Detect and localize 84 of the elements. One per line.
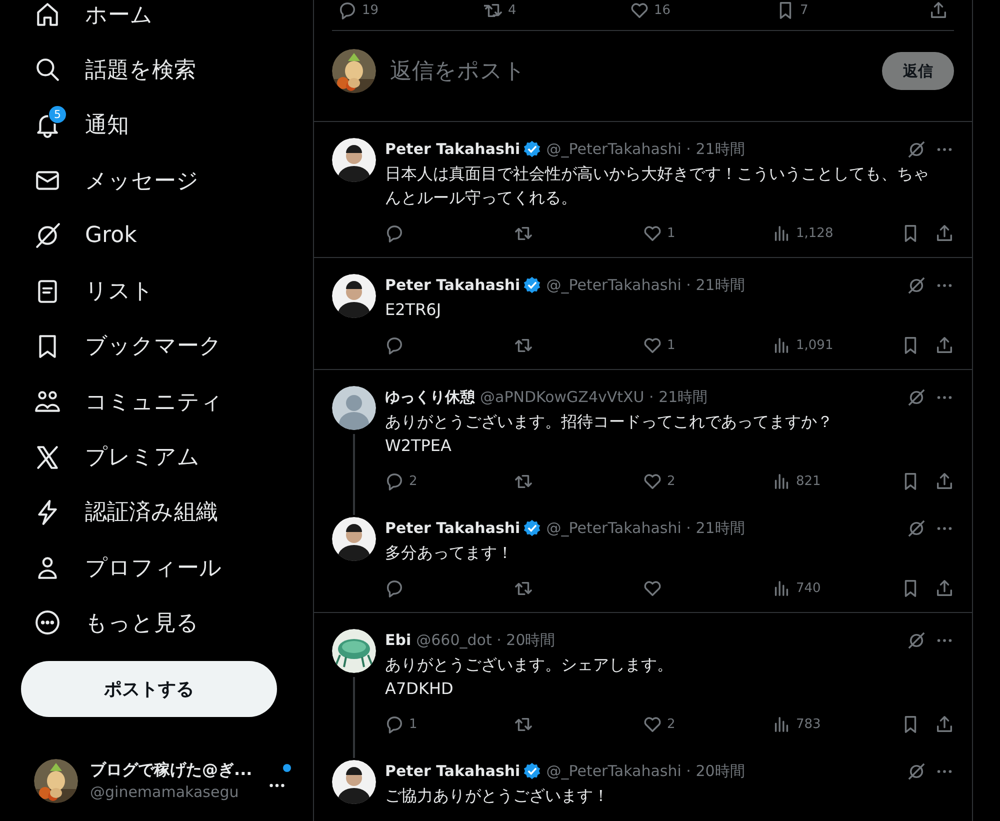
reply-icon[interactable] <box>385 224 404 242</box>
nav-item[interactable]: Grok <box>85 223 137 248</box>
reply-text: 日本人は真面目で社会性が高いから大好きです！こういうことしても、ちゃんとルール守ってくれる。 <box>385 163 930 209</box>
views-icon[interactable] <box>772 224 791 242</box>
nav-item[interactable]: リスト <box>85 276 154 306</box>
author-name[interactable]: Peter Takahashi <box>385 276 520 294</box>
view-count: 740 <box>796 580 821 596</box>
search-icon[interactable] <box>34 56 60 84</box>
heart-icon[interactable] <box>630 1 649 20</box>
avatar[interactable] <box>332 386 376 430</box>
reply-text: E2TR6J <box>385 299 442 321</box>
reply-text: 多分あってます！ <box>385 542 514 564</box>
share-icon[interactable] <box>935 336 954 354</box>
view-count: 1,091 <box>796 338 834 352</box>
view-count: 821 <box>796 474 821 488</box>
account-name: ブログで稼げた@ぎ... <box>90 760 252 782</box>
author-name[interactable]: Peter Takahashi <box>385 762 520 780</box>
author-name[interactable]: ゆっくり休憩 <box>385 388 475 406</box>
avatar[interactable] <box>332 138 376 182</box>
grok-icon[interactable] <box>34 222 60 250</box>
account-handle: @ginemamakasegu <box>90 783 240 802</box>
share-icon[interactable] <box>935 578 954 598</box>
reply-count: 2 <box>409 474 418 488</box>
heart-icon[interactable] <box>643 578 662 598</box>
nav-item[interactable]: 通知 <box>85 110 129 140</box>
like-count: 16 <box>654 3 671 18</box>
views-icon[interactable] <box>772 714 791 734</box>
more-icon[interactable] <box>269 783 285 788</box>
post-button[interactable]: ポストする <box>21 660 277 717</box>
view-count: 1,128 <box>796 226 834 240</box>
like-count: 1 <box>667 338 676 352</box>
repost-count: 4 <box>508 3 516 18</box>
heart-icon[interactable] <box>643 472 662 490</box>
heart-icon[interactable] <box>643 224 662 242</box>
author-name[interactable]: Peter Takahashi <box>385 519 520 537</box>
handle-and-time: @_PeterTakahashi · 21時間 <box>546 140 745 158</box>
handle-and-time: @660_dot · 20時間 <box>416 630 556 650</box>
handle-and-time: @_PeterTakahashi · 21時間 <box>546 518 745 538</box>
reply-icon[interactable] <box>338 1 357 20</box>
reply-icon[interactable] <box>385 578 404 598</box>
handle-and-time: @_PeterTakahashi · 21時間 <box>546 276 745 294</box>
reply-icon[interactable] <box>385 714 404 734</box>
handle-and-time: @_PeterTakahashi · 20時間 <box>546 762 745 780</box>
author-name[interactable]: Ebi <box>385 631 412 649</box>
share-icon[interactable] <box>935 472 954 490</box>
reply-count: 1 <box>409 716 418 732</box>
nav-item[interactable]: ホーム <box>85 0 153 30</box>
reply-count: 19 <box>362 3 379 18</box>
handle-and-time: @aPNDKowGZ4vVtXU · 21時間 <box>480 388 708 406</box>
repost-icon[interactable] <box>484 1 503 20</box>
nav-item[interactable]: 認証済み組織 <box>85 497 218 528</box>
reply-text: ありがとうございます。シェアします。 <box>385 654 674 676</box>
share-icon[interactable] <box>935 224 954 242</box>
nav-item[interactable]: もっと見る <box>85 608 199 638</box>
view-count: 783 <box>796 716 821 732</box>
like-count: 2 <box>667 474 676 488</box>
reply-text: ありがとうございます。招待コードってこれであってますか？ <box>385 411 834 433</box>
like-count: 1 <box>667 226 676 240</box>
nav-item[interactable]: プロフィール <box>85 552 222 583</box>
nav-item[interactable]: メッセージ <box>85 166 199 196</box>
views-icon[interactable] <box>772 336 791 354</box>
author-name[interactable]: Peter Takahashi <box>385 140 520 158</box>
share-icon[interactable] <box>929 1 948 20</box>
bookmark-count: 7 <box>800 3 808 18</box>
share-icon[interactable] <box>935 714 954 734</box>
avatar[interactable] <box>332 274 376 318</box>
avatar[interactable] <box>332 517 376 561</box>
like-count: 2 <box>667 716 676 732</box>
nav-item[interactable]: コミュニティ <box>85 386 223 417</box>
more-icon[interactable] <box>34 609 60 636</box>
reply-icon[interactable] <box>385 472 404 490</box>
nav-item[interactable]: ブックマーク <box>85 331 222 362</box>
reply-text: W2TPEA <box>385 435 452 457</box>
views-icon[interactable] <box>772 578 791 598</box>
reply-icon[interactable] <box>385 336 404 354</box>
reply-text: A7DKHD <box>385 678 454 700</box>
reply-text: ご協力ありがとうございます！ <box>385 785 610 807</box>
heart-icon[interactable] <box>643 336 662 354</box>
avatar[interactable] <box>332 760 376 804</box>
notification-badge: 5 <box>48 105 67 124</box>
nav-item[interactable]: プレミアム <box>85 442 200 472</box>
nav-item[interactable]: 話題を検索 <box>85 54 196 85</box>
heart-icon[interactable] <box>643 714 662 734</box>
views-icon[interactable] <box>772 472 791 490</box>
